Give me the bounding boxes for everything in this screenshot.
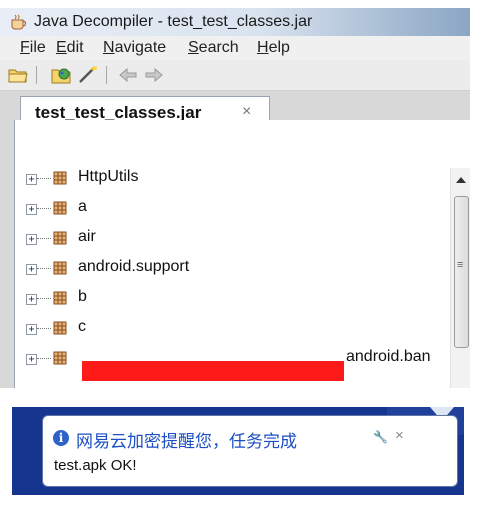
package-icon	[53, 321, 67, 335]
expand-icon[interactable]: +	[26, 204, 37, 215]
tray-notification-area: i 网易云加密提醒您，任务完成 🔧 × test.apk OK!	[12, 407, 464, 495]
notification-message: test.apk OK!	[54, 457, 137, 474]
tree-node-label: a	[78, 198, 87, 215]
redaction-bar	[82, 361, 344, 381]
window-title: Java Decompiler - test_test_classes.jar	[34, 13, 313, 30]
scrollbar-thumb[interactable]: ≡	[454, 196, 469, 348]
close-icon[interactable]: ×	[395, 427, 404, 444]
grip-icon: ≡	[457, 259, 464, 271]
menu-help[interactable]: Help	[257, 39, 290, 57]
package-icon	[53, 261, 67, 275]
tree-connector	[37, 268, 51, 269]
tree-node[interactable]: + c	[26, 316, 446, 346]
wrench-icon[interactable]: 🔧	[373, 430, 388, 444]
tree-node[interactable]: + HttpUtils	[26, 166, 446, 196]
tab-close-icon[interactable]: ×	[242, 103, 251, 121]
info-icon: i	[53, 430, 69, 446]
package-icon	[53, 201, 67, 215]
expand-icon[interactable]: +	[26, 174, 37, 185]
tree-node[interactable]: + android.support	[26, 256, 446, 286]
back-arrow-icon[interactable]	[116, 63, 140, 87]
vertical-scrollbar[interactable]: ≡	[450, 168, 470, 388]
toolbar-separator	[106, 66, 107, 84]
package-icon	[53, 231, 67, 245]
tree-connector	[37, 328, 51, 329]
tree-node-label: HttpUtils	[78, 168, 139, 185]
tree-node-label: c	[78, 318, 86, 335]
expand-icon[interactable]: +	[26, 324, 37, 335]
title-bar: Java Decompiler - test_test_classes.jar	[0, 8, 470, 36]
cropped-caption	[0, 0, 485, 8]
open-file-icon[interactable]	[6, 63, 30, 87]
tree-node-label: b	[78, 288, 87, 305]
tree-connector	[37, 298, 51, 299]
tree-node[interactable]: + a	[26, 196, 446, 226]
tree-node-label: android.ban	[346, 348, 431, 365]
tree-node[interactable]: + air	[26, 226, 446, 256]
menu-navigate[interactable]: Navigate	[103, 39, 166, 57]
menu-bar: File Edit Navigate Search Help	[0, 36, 470, 60]
tree-connector	[37, 238, 51, 239]
package-icon	[53, 351, 67, 365]
notification-title: 网易云加密提醒您，任务完成	[76, 432, 297, 452]
expand-icon[interactable]: +	[26, 294, 37, 305]
tree-connector	[37, 358, 51, 359]
open-type-icon[interactable]	[50, 63, 74, 87]
package-icon	[53, 171, 67, 185]
expand-icon[interactable]: +	[26, 234, 37, 245]
wand-icon[interactable]	[76, 63, 100, 87]
expand-icon[interactable]: +	[26, 354, 37, 365]
toolbar	[0, 60, 470, 91]
scroll-up-arrow-icon[interactable]	[456, 177, 466, 183]
tree-connector	[37, 208, 51, 209]
toolbar-separator	[36, 66, 37, 84]
tree-node-label: air	[78, 228, 96, 245]
menu-edit[interactable]: Edit	[56, 39, 84, 57]
notification-balloon[interactable]: i 网易云加密提醒您，任务完成 🔧 × test.apk OK!	[42, 415, 458, 487]
tree-node[interactable]: + b	[26, 286, 446, 316]
package-icon	[53, 291, 67, 305]
coffee-cup-icon	[11, 14, 27, 30]
menu-file[interactable]: File	[20, 39, 46, 57]
tree-connector	[37, 178, 51, 179]
decompiler-window: Java Decompiler - test_test_classes.jar …	[0, 8, 470, 388]
expand-icon[interactable]: +	[26, 264, 37, 275]
tree-node-label: android.support	[78, 258, 190, 275]
forward-arrow-icon[interactable]	[142, 63, 166, 87]
menu-search[interactable]: Search	[188, 39, 239, 57]
